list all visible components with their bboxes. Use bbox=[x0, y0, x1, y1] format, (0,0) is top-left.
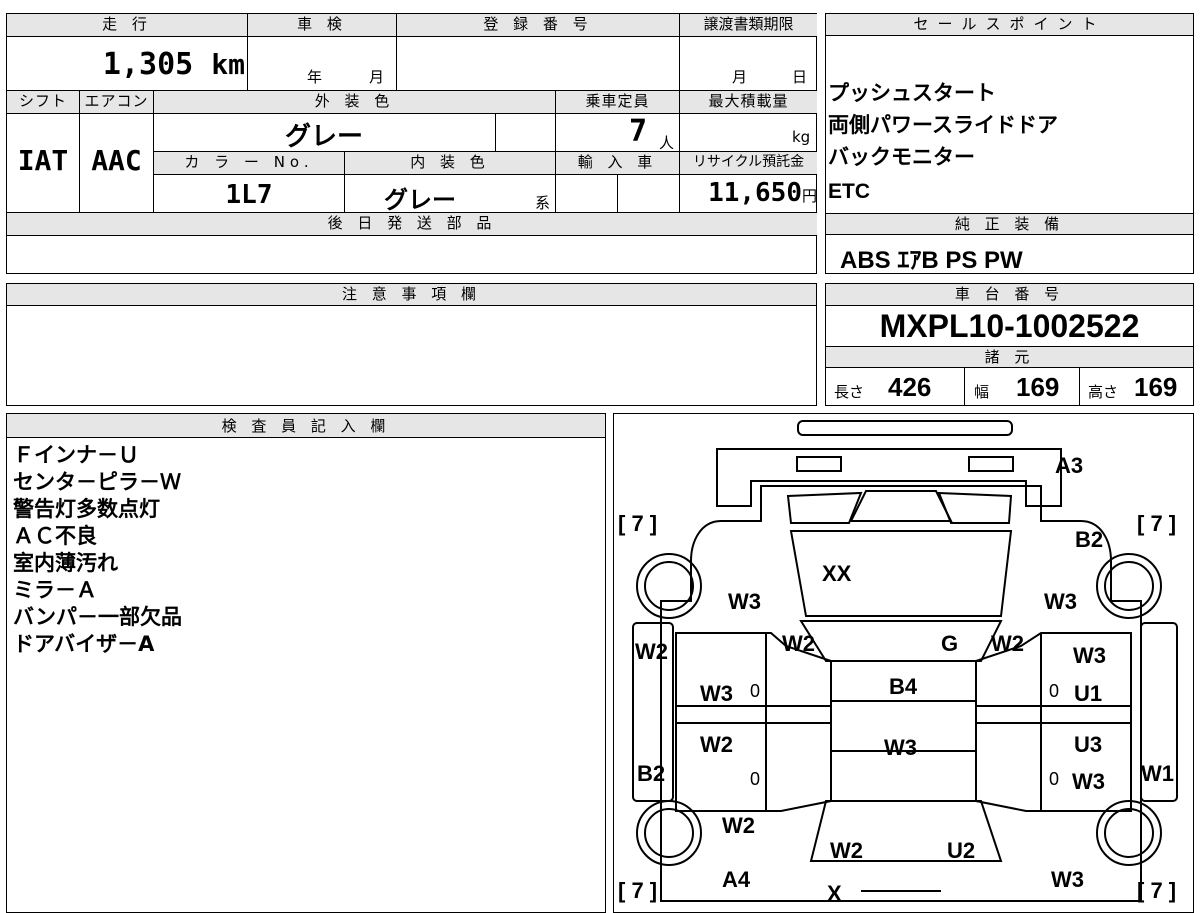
damage-mark: U1 bbox=[1074, 681, 1102, 706]
inspection-year: 年 bbox=[307, 68, 323, 86]
notes-header: 注 意 事 項 欄 bbox=[7, 284, 816, 306]
inspector-box: 検 査 員 記 入 欄 Ｆインナ－Ｕ センタ－ピラ－Ｗ 警告灯多数点灯 ＡＣ不良… bbox=[6, 413, 606, 913]
capacity-unit: 人 bbox=[659, 134, 675, 152]
damage-mark: W3 bbox=[728, 589, 761, 614]
exterior-value: グレー bbox=[284, 122, 363, 152]
damage-mark: 0 bbox=[1049, 769, 1059, 789]
vehicle-info-table: 走 行 車 検 登 録 番 号 譲渡書類期限 1,305 km 年 月 月 日 … bbox=[6, 13, 817, 274]
equipment-value: ABS ｴｱB PS PW bbox=[840, 247, 1023, 274]
later-parts-header: 後 日 発 送 部 品 bbox=[7, 213, 817, 235]
tire-condition: [ 7 ] bbox=[1137, 878, 1176, 903]
inspector-note: ＡＣ不良 bbox=[13, 524, 97, 548]
tire-condition: [ 7 ] bbox=[1137, 511, 1176, 536]
chassis-box: 車 台 番 号 MXPL10-1002522 諸 元 長さ 426 幅 169 … bbox=[825, 283, 1194, 406]
recycle-value: 11,650円 bbox=[680, 178, 817, 208]
damage-mark: W1 bbox=[1141, 761, 1174, 786]
chassis-header: 車 台 番 号 bbox=[826, 284, 1193, 306]
equipment-header: 純 正 装 備 bbox=[826, 213, 1193, 235]
damage-mark: W2 bbox=[782, 631, 815, 656]
transfer-day: 日 bbox=[792, 68, 808, 86]
recycle-unit: 円 bbox=[801, 187, 817, 205]
color-no-value: 1L7 bbox=[225, 180, 273, 210]
damage-mark: U2 bbox=[947, 838, 975, 863]
interior-suffix: 系 bbox=[535, 194, 551, 212]
shift-value: IAT bbox=[17, 144, 69, 177]
registration-header: 登 録 番 号 bbox=[397, 14, 679, 36]
length-label: 長さ bbox=[834, 383, 865, 401]
damage-mark: W2 bbox=[722, 813, 755, 838]
interior-value: グレー bbox=[384, 186, 456, 214]
sales-point-item: ETC bbox=[828, 180, 870, 203]
mileage-unit: km bbox=[211, 48, 245, 81]
transfer-header: 譲渡書類期限 bbox=[680, 14, 817, 36]
sales-point-item: 両側パワースライドドア bbox=[828, 113, 1058, 137]
inspector-note: 室内薄汚れ bbox=[13, 551, 118, 575]
damage-mark: XX bbox=[822, 561, 852, 586]
shift-header: シフト bbox=[7, 91, 79, 113]
length-value: 426 bbox=[888, 372, 932, 402]
mileage-value: 1,305 km bbox=[7, 40, 245, 90]
interior-header: 内 装 色 bbox=[345, 152, 555, 174]
damage-mark: 0 bbox=[750, 769, 760, 789]
damage-mark: B4 bbox=[889, 674, 918, 699]
height-value: 169 bbox=[1134, 372, 1178, 402]
damage-mark: W3 bbox=[1072, 769, 1105, 794]
inspection-header: 車 検 bbox=[248, 14, 396, 36]
damage-mark: W3 bbox=[1044, 589, 1077, 614]
width-value: 169 bbox=[1016, 372, 1060, 402]
tire-condition: [ 7 ] bbox=[618, 511, 657, 536]
import-header: 輸 入 車 bbox=[556, 152, 679, 174]
damage-mark: G bbox=[941, 631, 958, 656]
damage-mark: B2 bbox=[637, 761, 665, 786]
sales-point-item: バックモニター bbox=[828, 145, 975, 169]
inspector-note: ドアバイザ－A bbox=[13, 632, 155, 656]
inspector-header: 検 査 員 記 入 欄 bbox=[7, 414, 605, 438]
inspector-note: ミラ－Ａ bbox=[13, 578, 97, 602]
exterior-header: 外 装 色 bbox=[154, 91, 555, 113]
sales-points-header: セールスポイント bbox=[826, 14, 1193, 36]
damage-mark: B2 bbox=[1075, 527, 1103, 552]
color-no-header: カ ラ ー No. bbox=[154, 152, 344, 174]
chassis-number: MXPL10-1002522 bbox=[879, 308, 1140, 344]
inspector-note: バンパ－一部欠品 bbox=[13, 605, 183, 629]
damage-mark: U3 bbox=[1074, 732, 1102, 757]
damage-mark: W2 bbox=[635, 639, 668, 664]
damage-mark: W2 bbox=[700, 732, 733, 757]
inspector-note: Ｆインナ－Ｕ bbox=[13, 443, 139, 467]
height-label: 高さ bbox=[1088, 383, 1119, 401]
notes-box: 注 意 事 項 欄 bbox=[6, 283, 817, 406]
inspection-month: 月 bbox=[369, 68, 385, 86]
recycle-number: 11,650 bbox=[708, 178, 802, 208]
spec-header: 諸 元 bbox=[826, 346, 1193, 368]
inspector-note: センタ－ピラ－Ｗ bbox=[13, 470, 181, 494]
load-header: 最大積載量 bbox=[680, 91, 817, 113]
capacity-value: 7 bbox=[628, 114, 647, 149]
tire-condition: [ 7 ] bbox=[618, 878, 657, 903]
ac-header: エアコン bbox=[80, 91, 153, 113]
damage-mark: W3 bbox=[1073, 643, 1106, 668]
damage-diagram-box: A3 B2 XX W3 W3 W2 G W2 W2 W3 W3 0 B4 0 U… bbox=[613, 413, 1194, 913]
mileage-number: 1,305 bbox=[102, 47, 194, 82]
damage-mark: W3 bbox=[700, 681, 733, 706]
damage-mark: 0 bbox=[1049, 681, 1059, 701]
inspector-note: 警告灯多数点灯 bbox=[13, 497, 160, 521]
sales-point-item: プッシュスタート bbox=[828, 81, 996, 105]
recycle-header: リサイクル預託金 bbox=[680, 152, 817, 174]
car-damage-diagram: A3 B2 XX W3 W3 W2 G W2 W2 W3 W3 0 B4 0 U… bbox=[618, 420, 1178, 904]
width-label: 幅 bbox=[974, 383, 990, 401]
capacity-header: 乗車定員 bbox=[556, 91, 679, 113]
mileage-header: 走 行 bbox=[7, 14, 247, 36]
damage-mark: 0 bbox=[750, 681, 760, 701]
ac-value: AAC bbox=[91, 144, 142, 177]
sales-points-box: セールスポイント プッシュスタート 両側パワースライドドア バックモニター ET… bbox=[825, 13, 1194, 274]
damage-mark: W3 bbox=[1051, 867, 1084, 892]
damage-mark: A3 bbox=[1055, 453, 1083, 478]
damage-mark: W3 bbox=[884, 735, 917, 760]
damage-mark: X bbox=[827, 881, 842, 904]
load-unit: kg bbox=[792, 128, 811, 146]
damage-mark: W2 bbox=[991, 631, 1024, 656]
transfer-month: 月 bbox=[732, 68, 748, 86]
damage-mark: A4 bbox=[722, 867, 751, 892]
damage-mark: W2 bbox=[830, 838, 863, 863]
